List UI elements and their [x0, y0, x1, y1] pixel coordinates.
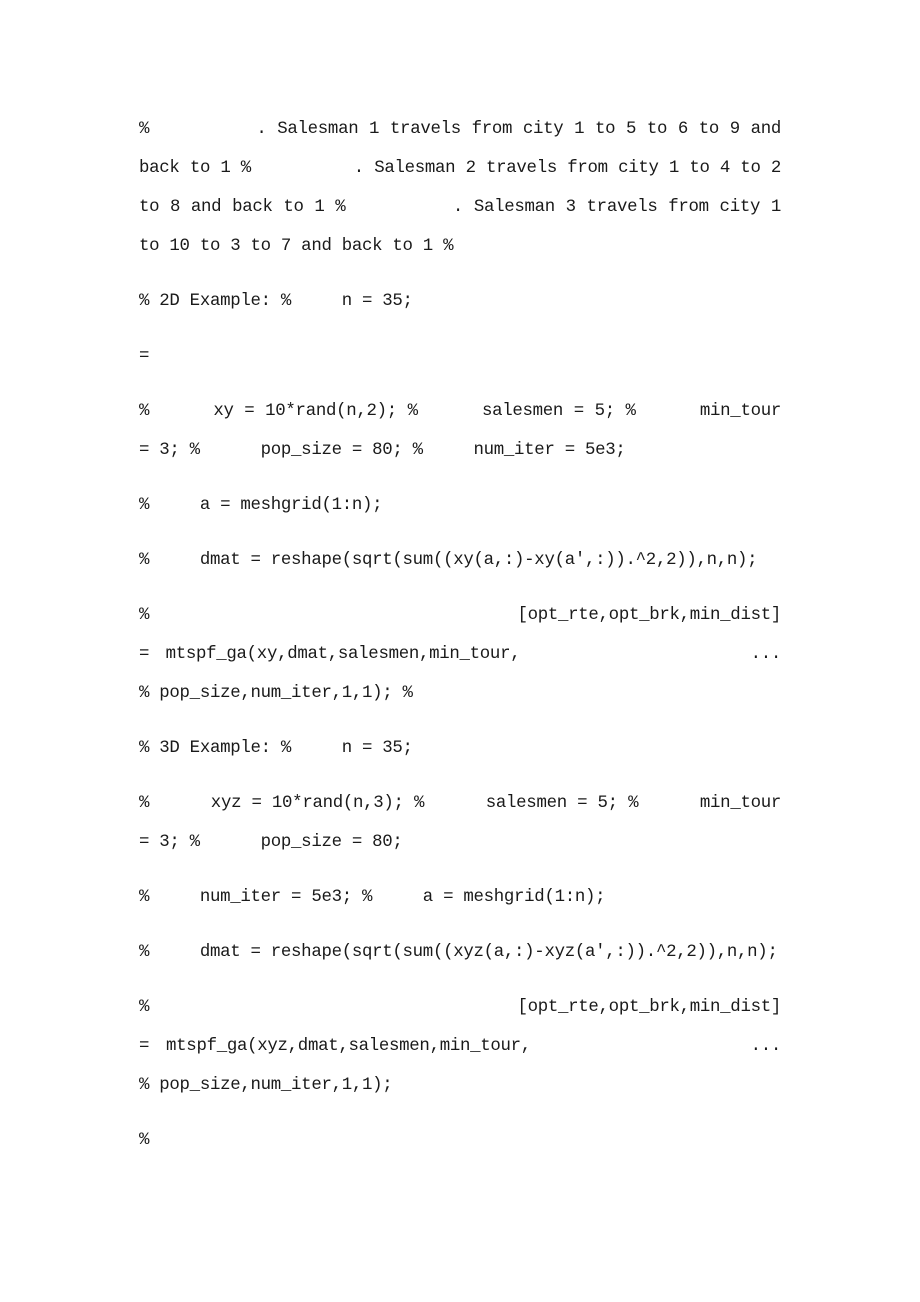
document-page: % . Salesman 1 travels from city 1 to 5 …	[139, 110, 781, 1176]
3d-parameters-paragraph: % xyz = 10*rand(n,3); % salesmen = 5; % …	[139, 794, 792, 852]
2d-parameters-paragraph: % xy = 10*rand(n,2); % salesmen = 5; % m…	[139, 402, 792, 460]
2d-function-call-paragraph: % [opt_rte,opt_brk,min_dist] = mtspf_ga(…	[139, 606, 920, 703]
trailing-comment-line: %	[139, 1131, 150, 1150]
3d-example-header: % 3D Example: % n = 35;	[139, 739, 413, 758]
2d-example-header: % 2D Example: % n = 35;	[139, 292, 413, 311]
3d-num-iter-line: % num_iter = 5e3; % a = meshgrid(1:n);	[139, 888, 606, 907]
2d-meshgrid-line: % a = meshgrid(1:n);	[139, 496, 383, 515]
salesman-routes-paragraph: % . Salesman 1 travels from city 1 to 5 …	[139, 120, 792, 256]
3d-function-call-paragraph: % [opt_rte,opt_brk,min_dist] = mtspf_ga(…	[139, 998, 920, 1095]
equals-line: =	[139, 347, 150, 366]
2d-dmat-line: % dmat = reshape(sqrt(sum((xy(a,:)-xy(a'…	[139, 551, 758, 570]
3d-dmat-line: % dmat = reshape(sqrt(sum((xyz(a,:)-xyz(…	[139, 943, 778, 962]
